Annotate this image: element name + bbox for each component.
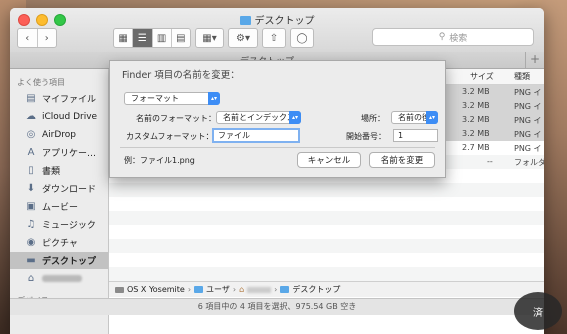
titlebar: デスクトップ ‹ › ▦ ☰ ▥ ▤ ▦▾ ⚙▾ ⇧ ◯ ⚲ 検索: [10, 8, 544, 53]
action-button[interactable]: ⚙▾: [228, 28, 258, 48]
status-bar: 6 項目中の 4 項目を選択、975.54 GB 空き: [10, 298, 544, 315]
updown-arrow-icon: ▴▾: [208, 92, 220, 105]
chevron-left-icon: ‹: [25, 32, 30, 44]
rename-button[interactable]: 名前を変更: [369, 152, 435, 168]
custom-format-input[interactable]: ファイル: [212, 128, 300, 143]
watermark-logo: 済: [514, 292, 562, 330]
sidebar-item-movies[interactable]: ▣ ムービー: [10, 198, 108, 215]
desktop-wallpaper-right: [542, 0, 567, 334]
share-icon: ⇧: [269, 32, 279, 44]
dialog-title: Finder 項目の名前を変更：: [122, 70, 240, 81]
updown-arrow-icon: ▴▾: [426, 111, 438, 124]
grid-icon: ▦: [118, 32, 128, 44]
custom-format-label: カスタムフォーマット：: [126, 132, 214, 141]
sidebar-item-pictures[interactable]: ◉ ピクチャ: [10, 234, 108, 251]
coverflow-icon: ▤: [176, 32, 186, 44]
sidebar-item-all-my-files[interactable]: ▤ マイファイル: [10, 90, 108, 107]
folder-icon: [239, 16, 251, 25]
music-icon: ♫: [26, 219, 36, 230]
camera-icon: ◉: [26, 237, 36, 248]
arrange-icon: ▦▾: [202, 32, 217, 44]
column-view-button[interactable]: ▥: [151, 29, 171, 47]
back-button[interactable]: ‹: [18, 29, 37, 47]
sidebar-item-applications[interactable]: A アプリケー…: [10, 144, 108, 161]
sidebar-item-home[interactable]: ⌂: [10, 270, 108, 287]
name-format-select[interactable]: 名前とインデックス ▴▾: [216, 111, 301, 124]
location-select[interactable]: 名前の後 ▴▾: [391, 111, 438, 124]
path-item-desktop[interactable]: デスクトップ: [292, 284, 340, 295]
redacted-username: [42, 275, 82, 282]
redacted-username: [247, 286, 272, 293]
document-icon: ▯: [28, 165, 34, 176]
desktop-icon: ▬: [26, 255, 36, 266]
window-title: デスクトップ: [10, 12, 544, 27]
empty-row: [109, 267, 544, 281]
tags-button[interactable]: ◯: [290, 28, 314, 48]
cancel-button[interactable]: キャンセル: [297, 152, 361, 168]
chevron-right-icon: ›: [232, 285, 237, 294]
start-number-label: 開始番号：: [346, 132, 386, 141]
all-files-icon: ▤: [26, 93, 36, 104]
share-button[interactable]: ⇧: [262, 28, 286, 48]
search-icon: ⚲: [438, 32, 446, 42]
forward-button[interactable]: ›: [36, 29, 57, 47]
list-view-button[interactable]: ☰: [132, 29, 152, 47]
sidebar-item-documents[interactable]: ▯ 書類: [10, 162, 108, 179]
movie-icon: ▣: [26, 201, 36, 212]
applications-icon: A: [27, 147, 35, 158]
folder-icon: [280, 286, 290, 293]
download-icon: ⬇: [26, 183, 36, 194]
airdrop-icon: ◎: [26, 129, 36, 140]
arrange-button[interactable]: ▦▾: [195, 28, 224, 48]
path-item-users[interactable]: ユーザ: [206, 284, 230, 295]
chevron-right-icon: ›: [274, 285, 278, 294]
column-kind[interactable]: 種類: [514, 71, 530, 82]
hard-drive-icon: [115, 286, 124, 293]
cloud-icon: ☁: [26, 111, 36, 122]
empty-row: [109, 239, 544, 253]
gear-icon: ⚙▾: [236, 32, 250, 44]
name-format-label: 名前のフォーマット：: [136, 114, 216, 123]
search-field[interactable]: ⚲ 検索: [372, 28, 534, 46]
sidebar: よく使う項目 ▤ マイファイル ☁ iCloud Drive ◎ AirDrop Aア…: [10, 69, 109, 334]
sidebar-item-downloads[interactable]: ⬇ ダウンロード: [10, 180, 108, 197]
sidebar-item-icloud-drive[interactable]: ☁ iCloud Drive: [10, 108, 108, 125]
empty-row: [109, 183, 544, 197]
new-tab-button[interactable]: +: [525, 52, 544, 68]
list-icon: ☰: [137, 32, 147, 44]
icon-view-button[interactable]: ▦: [114, 29, 132, 47]
divider: [120, 147, 435, 148]
columns-icon: ▥: [156, 32, 167, 44]
tag-icon: ◯: [296, 32, 308, 44]
updown-arrow-icon: ▴▾: [289, 111, 301, 124]
view-mode-control: ▦ ☰ ▥ ▤: [113, 28, 191, 48]
home-icon: ⌂: [27, 273, 35, 284]
sidebar-item-desktop[interactable]: ▬ デスクトップ: [10, 252, 108, 269]
path-item-volume[interactable]: OS X Yosemite: [127, 285, 185, 294]
example-text: 例：ファイル1.png: [124, 156, 195, 165]
home-icon: ⌂: [239, 285, 245, 294]
location-label: 場所：: [361, 114, 385, 123]
rename-mode-select[interactable]: フォーマット ▴▾: [124, 92, 220, 105]
sidebar-item-music[interactable]: ♫ ミュージック: [10, 216, 108, 233]
column-size[interactable]: サイズ: [470, 71, 494, 82]
start-number-input[interactable]: 1: [393, 129, 438, 142]
sidebar-favorites-header: よく使う項目: [17, 78, 65, 87]
coverflow-view-button[interactable]: ▤: [170, 29, 190, 47]
empty-row: [109, 211, 544, 225]
folder-icon: [194, 286, 204, 293]
nav-buttons: ‹ ›: [17, 28, 57, 48]
sidebar-item-airdrop[interactable]: ◎ AirDrop: [10, 126, 108, 143]
chevron-right-icon: ›: [187, 285, 192, 294]
chevron-right-icon: ›: [44, 32, 49, 44]
rename-dialog: Finder 項目の名前を変更： フォーマット ▴▾ 名前のフォーマット： 名前…: [109, 60, 446, 178]
path-bar: OS X Yosemite › ユーザ › ⌂ › デスクトップ: [109, 281, 544, 297]
